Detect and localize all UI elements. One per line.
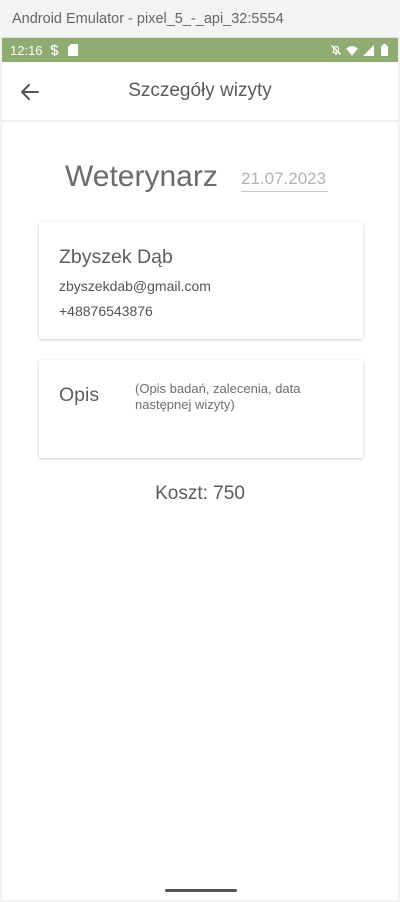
visit-cost: Koszt: 750 xyxy=(155,483,245,504)
status-bar: 12:16 xyxy=(2,38,398,62)
description-card: Opis (Opis badań, zalecenia, data następ… xyxy=(39,360,363,458)
emulator-title-bar: Android Emulator - pixel_5_-_api_32:5554 xyxy=(0,0,400,38)
app-bar: Szczegóły wizyty xyxy=(2,62,398,121)
wifi-icon xyxy=(346,44,358,56)
vet-email: zbyszekdab@gmail.com xyxy=(59,278,211,294)
vet-phone: +48876543876 xyxy=(59,303,153,319)
phone-screen: 12:16 Szczegóły wizyty Weterynarz 21.07.… xyxy=(2,38,398,900)
emulator-title: Android Emulator - pixel_5_-_api_32:5554 xyxy=(12,10,284,27)
back-button[interactable] xyxy=(16,78,44,106)
visit-specialty: Weterynarz xyxy=(65,160,218,193)
page-title: Szczegóły wizyty xyxy=(128,80,272,101)
vet-name: Zbyszek Dąb xyxy=(59,246,173,268)
visit-header: Weterynarz 21.07.2023 xyxy=(2,160,398,200)
battery-icon xyxy=(378,44,390,56)
description-label: Opis xyxy=(59,384,100,406)
gesture-nav-handle[interactable] xyxy=(165,889,237,892)
do-not-disturb-icon xyxy=(330,44,342,56)
vet-info-card: Zbyszek Dąb zbyszekdab@gmail.com +488765… xyxy=(39,222,363,339)
visit-date[interactable]: 21.07.2023 xyxy=(241,169,329,192)
arrow-left-icon xyxy=(21,84,39,100)
sim-toolkit-icon xyxy=(49,44,61,56)
status-time: 12:16 xyxy=(10,42,43,58)
signal-icon xyxy=(362,44,374,56)
description-text[interactable]: (Opis badań, zalecenia, data następnej w… xyxy=(135,381,331,413)
sd-card-icon xyxy=(67,44,79,56)
